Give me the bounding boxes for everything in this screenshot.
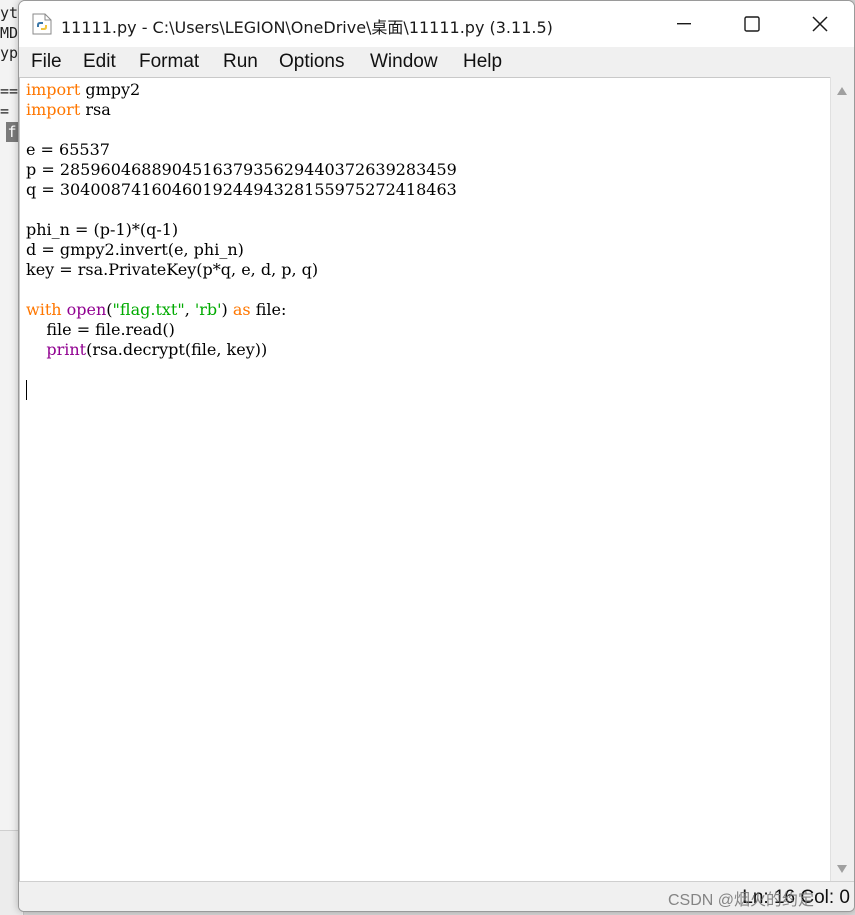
watermark: CSDN @烟火的约定 — [668, 892, 815, 909]
code-token: ) — [221, 300, 233, 319]
code-editor[interactable]: import gmpy2 import rsa e = 65537 p = 2859… — [19, 77, 830, 881]
code-text[interactable]: import gmpy2 import rsa e = 65537 p = 2859… — [26, 80, 457, 360]
menu-window[interactable]: Window — [370, 51, 438, 73]
scroll-down-arrow-icon[interactable] — [837, 865, 847, 873]
code-line: key = rsa.PrivateKey(p*q, e, d, p, q) — [26, 260, 457, 280]
menu-bar: File Edit Format Run Options Window Help — [19, 47, 854, 77]
minimize-icon — [677, 23, 691, 25]
code-token: phi_n = (p-1)*(q-1) — [26, 220, 179, 239]
code-token: with — [26, 300, 62, 319]
code-token: file: — [250, 300, 287, 319]
window-title: 11111.py - C:\Users\LEGION\OneDrive\桌面\1… — [61, 18, 553, 37]
code-token: d = gmpy2.invert(e, phi_n) — [26, 240, 244, 259]
menu-options[interactable]: Options — [279, 51, 344, 73]
code-line: e = 65537 — [26, 140, 457, 160]
code-line: p = 285960468890451637935629440372639283… — [26, 160, 457, 180]
code-line: with open("flag.txt", 'rb') as file: — [26, 300, 457, 320]
minimize-button[interactable] — [650, 1, 718, 47]
code-token: open — [66, 300, 107, 319]
code-line: d = gmpy2.invert(e, phi_n) — [26, 240, 457, 260]
maximize-icon — [744, 16, 760, 32]
python-file-icon — [32, 13, 52, 35]
code-token: e = 65537 — [26, 140, 110, 159]
code-line: file = file.read() — [26, 320, 457, 340]
code-token: 'rb' — [194, 300, 222, 319]
code-token: , — [184, 300, 195, 319]
scroll-up-arrow-icon[interactable] — [837, 87, 847, 95]
code-token: rsa — [80, 100, 111, 119]
code-token: print — [46, 340, 87, 359]
code-token: file = file.read() — [26, 320, 175, 339]
code-token: (rsa.decrypt(file, key)) — [86, 340, 268, 359]
close-button[interactable] — [786, 1, 854, 47]
code-token: import — [26, 80, 81, 99]
menu-edit[interactable]: Edit — [83, 51, 116, 73]
code-line: phi_n = (p-1)*(q-1) — [26, 220, 457, 240]
background-highlight: f — [6, 122, 18, 142]
close-icon — [812, 16, 828, 32]
menu-run[interactable]: Run — [223, 51, 258, 73]
code-token: "flag.txt" — [112, 300, 185, 319]
code-token: p = 285960468890451637935629440372639283… — [26, 160, 457, 179]
code-line: q = 304008741604601924494328155975272418… — [26, 180, 457, 200]
vertical-scrollbar[interactable] — [830, 77, 854, 881]
code-token: q = 304008741604601924494328155975272418… — [26, 180, 457, 199]
text-caret — [26, 380, 27, 400]
code-token: import — [26, 100, 81, 119]
menu-format[interactable]: Format — [139, 51, 199, 73]
menu-file[interactable]: File — [31, 51, 62, 73]
code-token: gmpy2 — [80, 80, 141, 99]
code-line: print(rsa.decrypt(file, key)) — [26, 340, 457, 360]
code-token: as — [232, 300, 251, 319]
menu-help[interactable]: Help — [463, 51, 502, 73]
code-line: import rsa — [26, 100, 457, 120]
code-token: key = rsa.PrivateKey(p*q, e, d, p, q) — [26, 260, 319, 279]
maximize-button[interactable] — [718, 1, 786, 47]
code-line: import gmpy2 — [26, 80, 457, 100]
idle-editor-window: 11111.py - C:\Users\LEGION\OneDrive\桌面\1… — [18, 0, 855, 912]
title-bar[interactable]: 11111.py - C:\Users\LEGION\OneDrive\桌面\1… — [19, 1, 854, 47]
